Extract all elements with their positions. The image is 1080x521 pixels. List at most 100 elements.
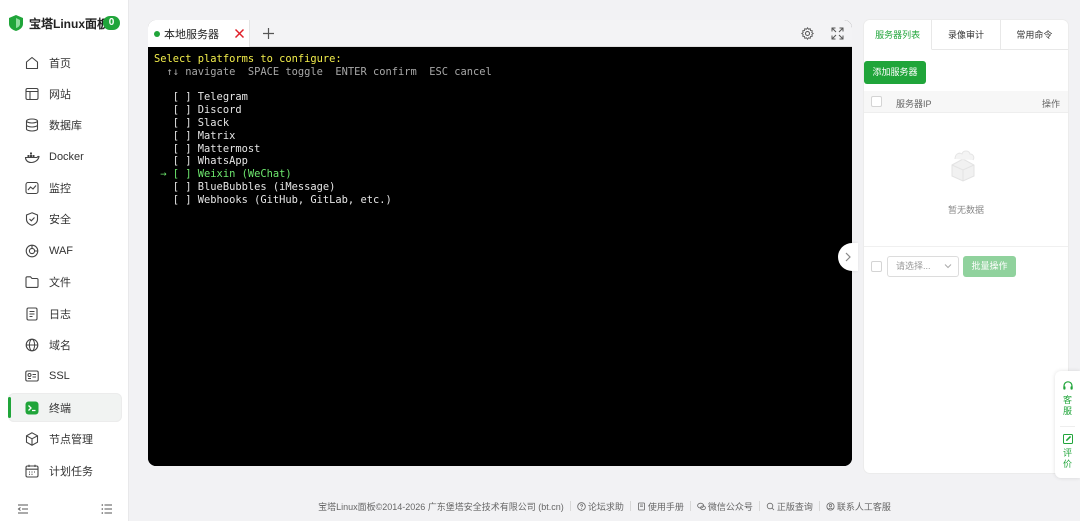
docker-icon: [24, 152, 40, 163]
footer-link-forum[interactable]: 论坛求助: [577, 500, 624, 513]
sidebar-item-label: 文件: [49, 277, 71, 290]
terminal-option-line: [ ] Mattermost: [154, 142, 261, 155]
sidebar-item-domain[interactable]: 域名: [8, 331, 122, 360]
terminal-option-line: [ ] Webhooks (GitHub, GitLab, etc.): [154, 193, 392, 206]
search-icon: [766, 502, 775, 510]
log-icon: [26, 307, 38, 321]
sidebar-item-files[interactable]: 文件: [8, 268, 122, 297]
sidebar-item-label: Docker: [49, 150, 84, 163]
node-icon: [25, 432, 39, 447]
calendar-icon: [25, 464, 39, 478]
sidebar-item-label: 监控: [49, 183, 71, 196]
customer-service-label: 客服: [1062, 395, 1072, 416]
shield-icon: [25, 212, 39, 227]
footer-link-license[interactable]: 正版查询: [766, 500, 813, 513]
divider: [758, 501, 760, 511]
home-icon: [25, 56, 39, 69]
floating-service-bar: 客服 评价: [1055, 371, 1080, 478]
question-icon: [577, 501, 586, 511]
toggle-right-panel-button[interactable]: [838, 243, 858, 271]
bt-logo-icon: [9, 15, 23, 31]
divider: [1060, 426, 1075, 427]
footer-link-label: 微信公众号: [707, 501, 753, 512]
terminal-option-line: [ ] WhatsApp: [154, 155, 248, 168]
close-icon[interactable]: [234, 28, 245, 39]
batch-select-checkbox[interactable]: [871, 261, 882, 272]
sidebar-item-label: SSL: [49, 370, 70, 383]
terminal-tab-bar: 本地服务器: [148, 20, 852, 47]
add-server-button[interactable]: 添加服务器: [864, 61, 926, 84]
sidebar-item-database[interactable]: 数据库: [8, 111, 122, 140]
sidebar-item-home[interactable]: 首页: [8, 48, 122, 77]
sidebar-item-label: WAF: [49, 244, 74, 257]
fullscreen-icon[interactable]: [831, 27, 844, 40]
sidebar-item-docker[interactable]: Docker: [8, 142, 122, 171]
menu-list-icon[interactable]: [101, 503, 113, 515]
monitor-icon: [25, 182, 39, 195]
terminal-option-line: [ ] BlueBubbles (iMessage): [154, 180, 336, 193]
terminal-output[interactable]: Select platforms to configure: ↑↓ naviga…: [148, 47, 852, 466]
sidebar-item-logs[interactable]: 日志: [8, 299, 122, 328]
tab-session-audit[interactable]: 录像审计: [932, 20, 1001, 50]
footer-link-label: 使用手册: [647, 501, 684, 512]
sidebar-item-security[interactable]: 安全: [8, 205, 122, 234]
server-panel-tabs: 服务器列表 录像审计 常用命令: [864, 20, 1068, 50]
divider: [629, 501, 631, 511]
book-icon: [637, 502, 645, 510]
footer-link-support[interactable]: 联系人工客服: [826, 500, 891, 513]
chevron-right-icon: [845, 252, 851, 262]
sidebar-item-nodes[interactable]: 节点管理: [8, 425, 122, 454]
sidebar-item-website[interactable]: 网站: [8, 79, 122, 108]
divider: [689, 501, 691, 511]
sidebar-item-waf[interactable]: WAF: [8, 236, 122, 265]
tab-local-server[interactable]: 本地服务器: [148, 20, 250, 47]
collapse-sidebar-icon[interactable]: [17, 503, 29, 515]
customer-service-button[interactable]: 客服: [1055, 380, 1080, 417]
tab-common-commands[interactable]: 常用命令: [1000, 20, 1068, 50]
empty-box-icon: [951, 150, 975, 182]
sidebar-item-label: 节点管理: [49, 434, 93, 447]
headset-icon: [1062, 381, 1073, 390]
divider: [818, 501, 820, 511]
edit-icon: [1062, 434, 1073, 444]
sidebar-item-monitor[interactable]: 监控: [8, 174, 122, 203]
footer: 宝塔Linux面板©2014-2026 广东堡塔安全技术有限公司 (bt.cn)…: [129, 499, 1080, 513]
review-button[interactable]: 评价: [1055, 433, 1080, 470]
sidebar-item-label: 域名: [49, 340, 71, 353]
database-icon: [25, 118, 39, 132]
footer-copyright: 宝塔Linux面板©2014-2026 广东堡塔安全技术有限公司 (bt.cn): [318, 501, 564, 512]
footer-link-wechat[interactable]: 微信公众号: [697, 500, 753, 513]
column-header-actions: 操作: [1041, 99, 1060, 109]
terminal-option-line: [ ] Slack: [154, 116, 230, 129]
domain-icon: [25, 338, 39, 352]
folder-icon: [25, 276, 39, 289]
sidebar-item-label: 计划任务: [49, 465, 93, 478]
review-label: 评价: [1062, 448, 1072, 469]
sidebar-item-ssl[interactable]: SSL: [8, 362, 122, 391]
connection-status-dot: [154, 30, 160, 37]
select-all-checkbox[interactable]: [871, 96, 882, 107]
sidebar-item-label: 安全: [49, 214, 71, 227]
gear-icon[interactable]: [801, 27, 814, 40]
terminal-line: ↑↓ navigate SPACE toggle ENTER confirm E…: [154, 65, 492, 78]
waf-icon: [25, 244, 39, 258]
sidebar-item-label: 日志: [49, 308, 71, 321]
add-tab-icon[interactable]: [262, 27, 275, 40]
terminal-option-line: [ ] Matrix: [154, 129, 236, 142]
footer-link-manual[interactable]: 使用手册: [637, 500, 684, 513]
website-icon: [25, 87, 39, 100]
batch-operation-button[interactable]: 批量操作: [963, 256, 1016, 277]
terminal-option-line: [ ] Discord: [154, 104, 242, 117]
support-icon: [826, 502, 835, 510]
footer-link-label: 正版查询: [776, 501, 813, 512]
sidebar: 宝塔Linux面板 0 首页 网站 数据库 Docker 监控 安全 WAF 文…: [0, 0, 129, 521]
sidebar-nav: 首页 网站 数据库 Docker 监控 安全 WAF 文件 日志 域名 SSL …: [8, 48, 122, 487]
sidebar-item-cron[interactable]: 计划任务: [8, 456, 122, 485]
chevron-down-icon: [944, 264, 952, 269]
notification-badge[interactable]: 0: [103, 16, 120, 30]
tab-server-list[interactable]: 服务器列表: [864, 20, 933, 50]
batch-action-select[interactable]: 请选择...: [887, 256, 959, 277]
brand[interactable]: 宝塔Linux面板: [9, 14, 109, 32]
tab-label: 本地服务器: [164, 28, 219, 41]
sidebar-item-terminal[interactable]: 终端: [8, 393, 122, 423]
